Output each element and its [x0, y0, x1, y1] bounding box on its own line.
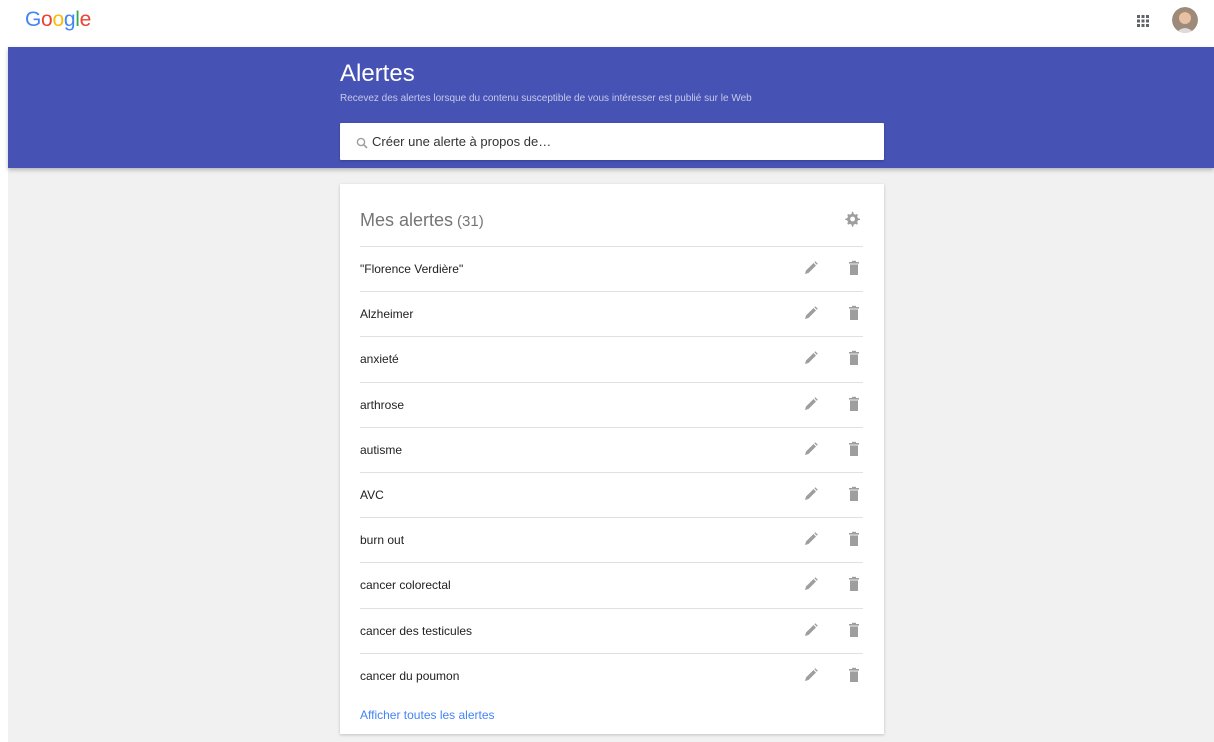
show-all-alerts-link[interactable]: Afficher toutes les alertes: [360, 708, 495, 722]
trash-icon[interactable]: [847, 622, 861, 638]
alert-label[interactable]: arthrose: [360, 398, 404, 412]
alert-list: "Florence Verdière" Alzheimer anxieté ar…: [360, 246, 863, 698]
alert-row: autisme: [360, 426, 863, 472]
alert-count: (31): [457, 213, 484, 230]
pencil-icon[interactable]: [803, 622, 819, 638]
alert-label[interactable]: "Florence Verdière": [360, 262, 463, 276]
my-alerts-card: Mes alertes (31) "Florence Verdière" Alzh…: [340, 184, 884, 734]
alert-row: cancer des testicules: [360, 607, 863, 653]
trash-icon[interactable]: [847, 396, 861, 412]
apps-grid-icon[interactable]: [1133, 11, 1153, 31]
pencil-icon[interactable]: [803, 396, 819, 412]
alert-row: Alzheimer: [360, 291, 863, 336]
my-alerts-title: Mes alertes: [360, 210, 454, 230]
alert-row: "Florence Verdière": [360, 246, 863, 291]
alert-label[interactable]: Alzheimer: [360, 307, 413, 321]
top-bar: Google: [0, 0, 1214, 47]
my-alerts-heading: Mes alertes (31): [360, 210, 484, 231]
page-subtitle: Recevez des alertes lorsque du contenu s…: [340, 93, 752, 104]
trash-icon[interactable]: [847, 667, 861, 683]
alert-label[interactable]: cancer des testicules: [360, 624, 472, 638]
pencil-icon[interactable]: [803, 441, 819, 457]
pencil-icon[interactable]: [803, 305, 819, 321]
alert-label[interactable]: cancer du poumon: [360, 669, 459, 683]
alert-row: burn out: [360, 517, 863, 562]
alert-label[interactable]: AVC: [360, 488, 384, 502]
search-icon: [356, 136, 368, 149]
alert-label[interactable]: anxieté: [360, 352, 399, 366]
pencil-icon[interactable]: [803, 576, 819, 592]
trash-icon[interactable]: [847, 260, 861, 276]
gear-icon[interactable]: [844, 211, 860, 227]
alert-label[interactable]: burn out: [360, 533, 404, 547]
alert-row: AVC: [360, 471, 863, 517]
alert-label[interactable]: autisme: [360, 443, 402, 457]
pencil-icon[interactable]: [803, 486, 819, 502]
pencil-icon[interactable]: [803, 531, 819, 547]
trash-icon[interactable]: [847, 486, 861, 502]
alert-row: arthrose: [360, 381, 863, 427]
create-alert-box[interactable]: [340, 123, 884, 160]
trash-icon[interactable]: [847, 531, 861, 547]
pencil-icon[interactable]: [803, 667, 819, 683]
trash-icon[interactable]: [847, 350, 861, 366]
trash-icon[interactable]: [847, 576, 861, 592]
alert-row: anxieté: [360, 336, 863, 381]
trash-icon[interactable]: [847, 441, 861, 457]
create-alert-input[interactable]: [372, 123, 872, 160]
trash-icon[interactable]: [847, 305, 861, 321]
pencil-icon[interactable]: [803, 260, 819, 276]
avatar[interactable]: [1172, 7, 1198, 33]
google-logo[interactable]: Google: [25, 8, 91, 32]
alert-row: cancer colorectal: [360, 562, 863, 607]
page-title: Alertes: [340, 60, 415, 87]
pencil-icon[interactable]: [803, 350, 819, 366]
alert-row: cancer du poumon: [360, 652, 863, 698]
alert-label[interactable]: cancer colorectal: [360, 578, 451, 592]
